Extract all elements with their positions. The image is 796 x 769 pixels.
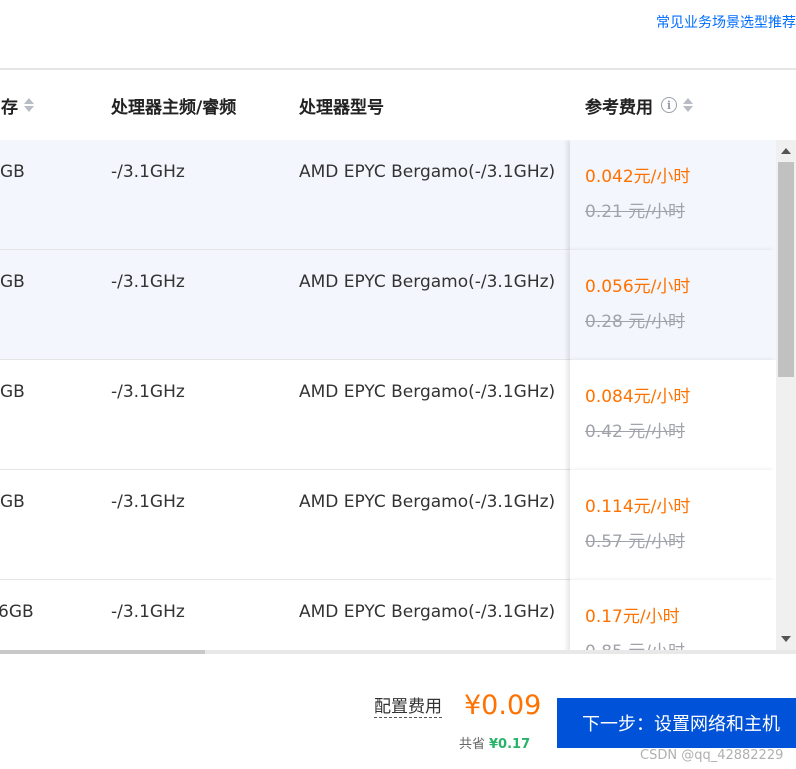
table-row[interactable]: GB -/3.1GHz AMD EPYC Bergamo(-/3.1GHz) 0… — [0, 360, 776, 470]
cell-freq: -/3.1GHz — [111, 602, 185, 622]
price-cell: 0.056元/小时 0.28 元/小时 — [570, 250, 776, 360]
cell-freq: -/3.1GHz — [111, 492, 185, 512]
table-row[interactable]: GB -/3.1GHz AMD EPYC Bergamo(-/3.1GHz) 0… — [0, 250, 776, 360]
cell-memory: GB — [0, 162, 25, 182]
cell-memory: 6GB — [0, 602, 34, 622]
table-row[interactable]: 6GB -/3.1GHz AMD EPYC Bergamo(-/3.1GHz) … — [0, 580, 776, 652]
config-fee-label[interactable]: 配置费用 — [374, 697, 442, 718]
price: 0.084元/小时 — [585, 387, 691, 407]
savings: 共省 ¥0.17 — [459, 733, 530, 752]
cell-cpu: AMD EPYC Bergamo(-/3.1GHz) — [299, 272, 556, 292]
price-cell: 0.17元/小时 0.85 元/小时 — [570, 580, 776, 652]
cell-cpu: AMD EPYC Bergamo(-/3.1GHz) — [299, 382, 556, 402]
cell-freq: -/3.1GHz — [111, 162, 185, 182]
scenario-recommendation-link[interactable]: 常见业务场景选型推荐 — [656, 12, 796, 32]
cell-memory: GB — [0, 492, 25, 512]
original-price: 0.57 元/小时 — [585, 532, 685, 552]
price: 0.114元/小时 — [585, 497, 691, 517]
sort-icon[interactable] — [24, 98, 34, 112]
price-cell: 0.084元/小时 0.42 元/小时 — [570, 360, 776, 470]
cell-freq: -/3.1GHz — [111, 382, 185, 402]
vertical-scrollbar[interactable] — [776, 140, 796, 650]
original-price: 0.21 元/小时 — [585, 202, 685, 222]
col-header-price-label: 参考费用 — [585, 97, 653, 118]
table-row[interactable]: GB -/3.1GHz AMD EPYC Bergamo(-/3.1GHz) 0… — [0, 140, 776, 250]
col-header-price[interactable]: 参考费用 i — [585, 70, 693, 140]
cell-memory: GB — [0, 272, 25, 292]
col-header-freq: 处理器主频/睿频 — [111, 70, 236, 140]
scrollbar-thumb[interactable] — [778, 162, 794, 377]
table-body: GB -/3.1GHz AMD EPYC Bergamo(-/3.1GHz) 0… — [0, 140, 796, 652]
scroll-down-icon[interactable] — [781, 636, 791, 642]
price: 0.056元/小时 — [585, 277, 691, 297]
col-header-freq-label: 处理器主频/睿频 — [111, 97, 237, 118]
cell-cpu: AMD EPYC Bergamo(-/3.1GHz) — [299, 602, 556, 622]
total-price: ¥0.09 — [464, 690, 542, 721]
price-cell: 0.114元/小时 0.57 元/小时 — [570, 470, 776, 580]
col-header-memory[interactable]: 内存 — [0, 70, 34, 140]
cell-cpu: AMD EPYC Bergamo(-/3.1GHz) — [299, 162, 556, 182]
next-step-button[interactable]: 下一步：设置网络和主机 — [557, 698, 796, 748]
watermark: CSDN @qq_42882229 — [640, 748, 784, 763]
savings-value: ¥0.17 — [489, 737, 531, 752]
footer-bar: 配置费用 ¥0.09 共省 ¥0.17 下一步：设置网络和主机 CSDN @qq_… — [0, 654, 796, 769]
price-cell: 0.042元/小时 0.21 元/小时 — [570, 140, 776, 250]
table-header: 内存 处理器主频/睿频 处理器型号 参考费用 i — [0, 70, 796, 141]
sort-icon[interactable] — [683, 98, 693, 112]
original-price: 0.28 元/小时 — [585, 312, 685, 332]
cell-memory: GB — [0, 382, 25, 402]
info-icon[interactable]: i — [661, 97, 677, 113]
original-price: 0.42 元/小时 — [585, 422, 685, 442]
cell-cpu: AMD EPYC Bergamo(-/3.1GHz) — [299, 492, 556, 512]
scroll-up-icon[interactable] — [781, 148, 791, 154]
savings-label: 共省 — [459, 737, 486, 752]
price: 0.17元/小时 — [585, 607, 680, 627]
col-header-memory-label: 内存 — [0, 97, 18, 118]
cell-freq: -/3.1GHz — [111, 272, 185, 292]
col-header-cpu-model: 处理器型号 — [299, 70, 384, 140]
col-header-cpu-label: 处理器型号 — [299, 97, 384, 118]
table-row[interactable]: GB -/3.1GHz AMD EPYC Bergamo(-/3.1GHz) 0… — [0, 470, 776, 580]
price: 0.042元/小时 — [585, 167, 691, 187]
